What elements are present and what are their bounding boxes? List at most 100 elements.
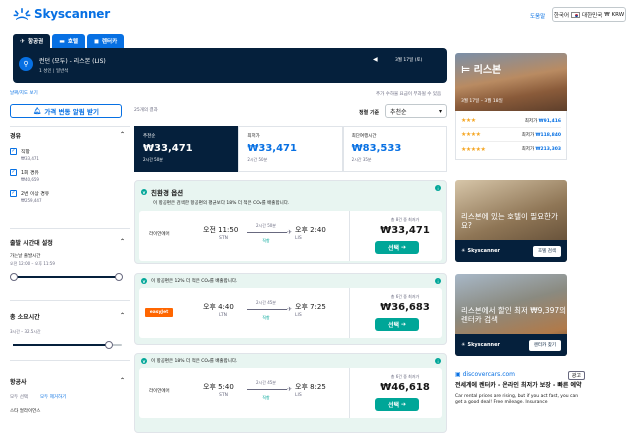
info-icon[interactable]: i bbox=[435, 185, 441, 191]
flight-price: ₩36,683 bbox=[380, 302, 430, 313]
currency-label: ₩ KRW bbox=[604, 11, 625, 18]
select-button[interactable]: 선택 ➔ bbox=[375, 398, 419, 411]
select-button[interactable]: 선택 ➔ bbox=[375, 318, 419, 331]
price-alert-button[interactable]: 🔔︎ 가격 변동 알림 받기 bbox=[10, 104, 122, 118]
sort-value: 추천순 bbox=[390, 108, 407, 116]
car-hire-button[interactable]: 렌터카 찾기 bbox=[528, 339, 561, 351]
star-rating-icon: ★★★★★ bbox=[461, 145, 486, 153]
departure-airport: STN bbox=[219, 236, 228, 241]
flight-card-eco: ❦ 친환경 옵션 이 항공편은 검색한 항공편의 평균보다 18% 더 적은 C… bbox=[134, 180, 447, 264]
stops-filter-header[interactable]: 경유 ⌃ bbox=[10, 131, 125, 140]
tab-hotels[interactable]: ▬ 호텔 bbox=[52, 34, 86, 48]
hotel-star-row[interactable]: ★★★★★ 최저가 ₩213,303 bbox=[461, 142, 561, 156]
price-tab-cheapest[interactable]: 최저가 ₩33,471 2시간 50분 bbox=[238, 126, 343, 172]
price-label: 최저가 bbox=[521, 147, 535, 152]
airlines-filter-title: 항공사 bbox=[10, 379, 27, 386]
price-tab-fastest[interactable]: 최단여행시간 ₩83,533 2시간 35분 bbox=[342, 126, 447, 172]
clear-all-link[interactable]: 모두 제거하기 bbox=[40, 394, 66, 400]
price-tab-duration: 2시간 50분 bbox=[143, 157, 163, 162]
outbound-time-label: 가는날 출발시간 bbox=[10, 254, 41, 259]
extra-fees-note[interactable]: 추가 수하물 요금이 부과될 수 있음 bbox=[376, 91, 441, 97]
departure-time-slider[interactable] bbox=[10, 273, 125, 281]
info-icon[interactable]: i bbox=[435, 358, 441, 364]
promo-city-name: 리스본 bbox=[473, 65, 502, 76]
tab-flights[interactable]: ✈ 항공권 bbox=[13, 34, 51, 48]
hotel-search-promo[interactable]: 리스본에 있는 호텔이 필요한가요? ☀ Skyscanner 호텔 검색 bbox=[455, 180, 567, 262]
stop-option-price: ₩40,659 bbox=[21, 177, 39, 182]
airlines-filter-header[interactable]: 항공사 ⌃ bbox=[10, 377, 125, 386]
checkbox-checked-icon[interactable]: ✓ bbox=[10, 169, 17, 176]
eco-note-row: ❦ 이 항공편은 18% 더 적은 CO₂를 배출합니다. i bbox=[135, 354, 446, 368]
hotel-star-row[interactable]: ★★★ 최저가 ₩91,416 bbox=[461, 114, 561, 128]
price-tab-name: 추천순 bbox=[143, 134, 156, 139]
duration-range: 3시간 – 32.5시간 bbox=[10, 329, 41, 334]
hotel-search-button[interactable]: 호텔 검색 bbox=[533, 245, 561, 257]
airline-group-label: 스타 얼라이언스 bbox=[10, 409, 41, 414]
sponsored-ad[interactable]: ▣ discovercars.com 광고 전세계에 렌터카 - 온라인 최저가… bbox=[455, 371, 585, 406]
flight-price: ₩46,618 bbox=[380, 382, 430, 393]
direct-label: 직항 bbox=[262, 395, 270, 400]
flight-row[interactable]: 라이언에어 오후 5:40 STN 2시간 45분 ✈ 직항 오후 8:25 L… bbox=[139, 368, 442, 418]
brand-text: Skyscanner bbox=[467, 248, 500, 254]
tab-car-hire[interactable]: ◼ 렌터카 bbox=[87, 34, 125, 48]
slider-handle-start[interactable] bbox=[10, 273, 18, 281]
select-button[interactable]: 선택 ➔ bbox=[375, 241, 419, 254]
info-icon[interactable]: i bbox=[435, 278, 441, 284]
duration-slider[interactable] bbox=[10, 341, 125, 349]
stop-option-one[interactable]: ✓ 1회 경유 ₩40,659 bbox=[10, 169, 125, 182]
price-label: 최저가 bbox=[521, 132, 535, 138]
region-selector-button[interactable]: 한국어 대한민국 ₩ KRW bbox=[552, 7, 626, 22]
lisbon-hotel-promo-image[interactable]: ⊨ 리스본 3월 17일 – 3월 18일 bbox=[455, 53, 567, 111]
bell-icon: 🔔︎ bbox=[33, 107, 42, 115]
korea-flag-icon bbox=[571, 11, 581, 18]
help-link[interactable]: 도움말 bbox=[530, 12, 545, 20]
search-icon[interactable]: ⚲ bbox=[19, 57, 33, 71]
top-header: Skyscanner 도움말 한국어 대한민국 ₩ KRW bbox=[0, 0, 637, 34]
route-line bbox=[247, 389, 287, 390]
car-icon: ◼ bbox=[94, 37, 99, 45]
filters-panel: 날짜/지도 보기 🔔︎ 가격 변동 알림 받기 경유 ⌃ ✓ 직항 ₩33,47… bbox=[10, 90, 130, 414]
departure-airport: STN bbox=[219, 393, 228, 398]
select-all-link[interactable]: 모두 선택 bbox=[10, 394, 28, 400]
price-alert-label: 가격 변동 알림 받기 bbox=[44, 108, 99, 116]
sort-select[interactable]: 추천순 ▾ bbox=[385, 104, 447, 118]
leaf-icon: ❦ bbox=[141, 358, 147, 364]
route-line bbox=[247, 309, 287, 310]
ad-domain[interactable]: ▣ discovercars.com bbox=[455, 371, 585, 378]
flight-duration: 2시간 45분 bbox=[256, 380, 276, 385]
price-tab-best[interactable]: 추천순 ₩33,471 2시간 50분 bbox=[134, 126, 239, 172]
chevron-up-icon: ⌃ bbox=[119, 377, 125, 384]
checkbox-checked-icon[interactable]: ✓ bbox=[10, 148, 17, 155]
map-view-link[interactable]: 날짜/지도 보기 bbox=[10, 90, 130, 96]
plane-icon: ✈ bbox=[287, 229, 293, 236]
checkbox-checked-icon[interactable]: ✓ bbox=[10, 190, 17, 197]
arrival-time: 오후 7:25 bbox=[295, 303, 326, 311]
divider bbox=[10, 228, 130, 229]
slider-handle-end[interactable] bbox=[115, 273, 123, 281]
flight-row[interactable]: 라이언에어 오전 11:50 STN 2시간 50분 ✈ 직항 오후 2:40 … bbox=[139, 211, 442, 261]
duration-filter-title: 총 소요시간 bbox=[10, 314, 40, 321]
stop-option-two-plus[interactable]: ✓ 2번 이상 경유 ₩259,447 bbox=[10, 190, 125, 203]
flight-row[interactable]: easyJet 오후 4:40 LTN 2시간 45분 ✈ 직항 오후 7:25… bbox=[139, 288, 442, 338]
duration-filter-header[interactable]: 총 소요시간 ⌃ bbox=[10, 312, 125, 321]
stop-option-direct[interactable]: ✓ 직항 ₩33,471 bbox=[10, 148, 125, 161]
results-count: 25개의 결과 bbox=[134, 108, 158, 113]
promo-text: 리스본에서 할인 최저 ₩9,397의 렌터카 검색 bbox=[461, 306, 567, 324]
search-summary-bar[interactable]: ⚲ 런던 (모두) - 리스본 (LIS) 1 성인 | 일반석 ◀ 3월 17… bbox=[13, 48, 447, 108]
direct-label: 직항 bbox=[262, 238, 270, 243]
skyscanner-logo[interactable]: Skyscanner bbox=[13, 7, 110, 21]
arrival-time: 오후 2:40 bbox=[295, 226, 326, 234]
hotel-price-list: ★★★ 최저가 ₩91,416 ★★★★ 최저가 ₩118,840 ★★★★★ … bbox=[455, 111, 567, 160]
slider-handle[interactable] bbox=[105, 341, 113, 349]
prev-date-arrow-icon[interactable]: ◀ bbox=[373, 56, 378, 63]
bed-icon: ⊨ bbox=[461, 65, 474, 76]
ad-badge: 광고 bbox=[567, 371, 585, 380]
ad-title[interactable]: 전세계에 렌터카 - 온라인 최저가 보장 - 빠른 예약 bbox=[455, 382, 585, 390]
hotel-star-row[interactable]: ★★★★ 최저가 ₩118,840 bbox=[461, 128, 561, 142]
car-hire-promo[interactable]: 리스본에서 할인 최저 ₩9,397의 렌터카 검색 ☀ Skyscanner 렌… bbox=[455, 274, 567, 356]
departure-time-filter: 출발 시간대 설정 ⌃ 가는날 출발시간 오전 12:00 – 오후 11:59 bbox=[10, 238, 125, 281]
departure-filter-header[interactable]: 출발 시간대 설정 ⌃ bbox=[10, 238, 125, 247]
star-rating-icon: ★★★ bbox=[461, 117, 476, 124]
sunburst-logo-icon: ☀ bbox=[461, 342, 466, 348]
sunburst-logo-icon bbox=[13, 8, 31, 20]
